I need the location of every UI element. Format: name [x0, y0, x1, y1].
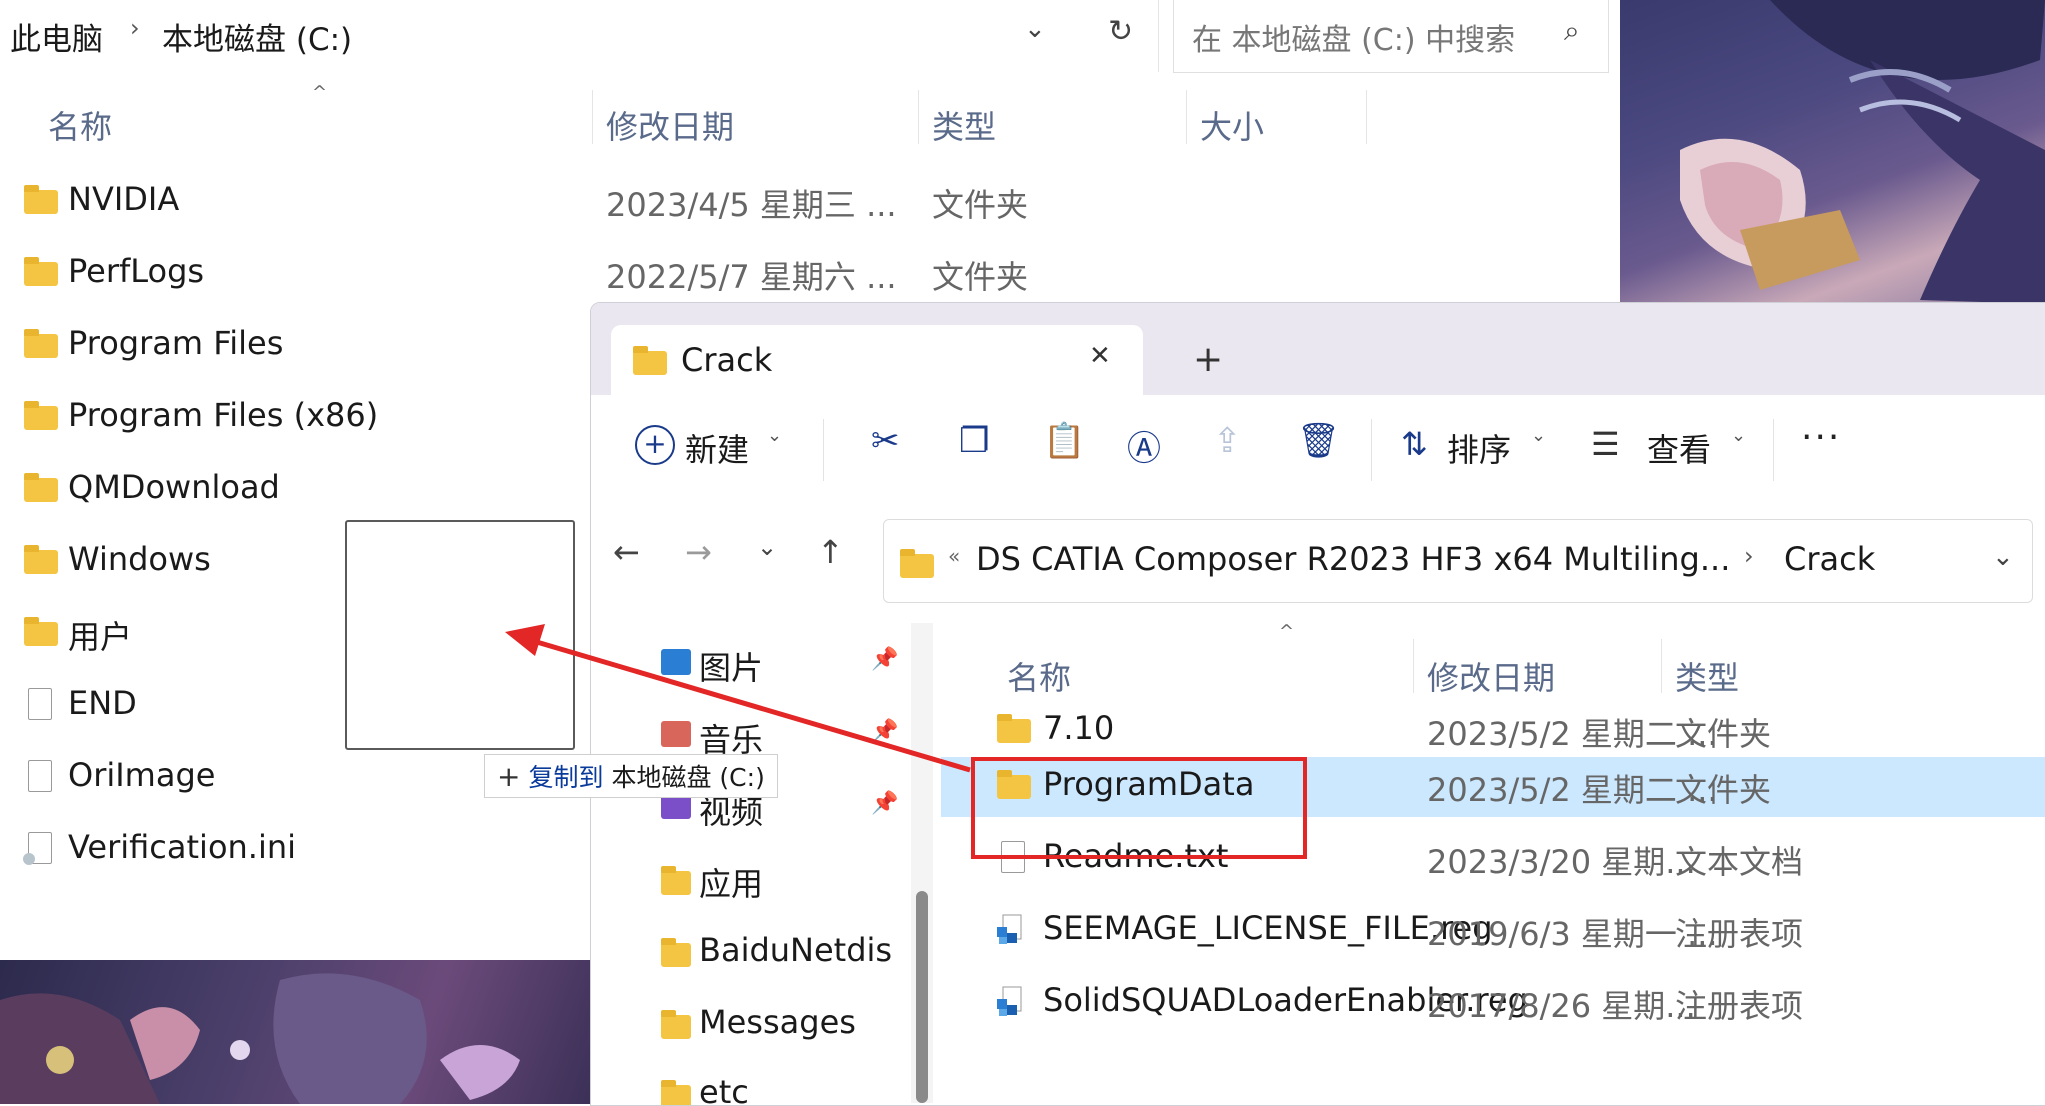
annotation-arrow: [505, 624, 971, 773]
arrow-line: [529, 637, 971, 773]
arrow-head: [505, 624, 545, 656]
